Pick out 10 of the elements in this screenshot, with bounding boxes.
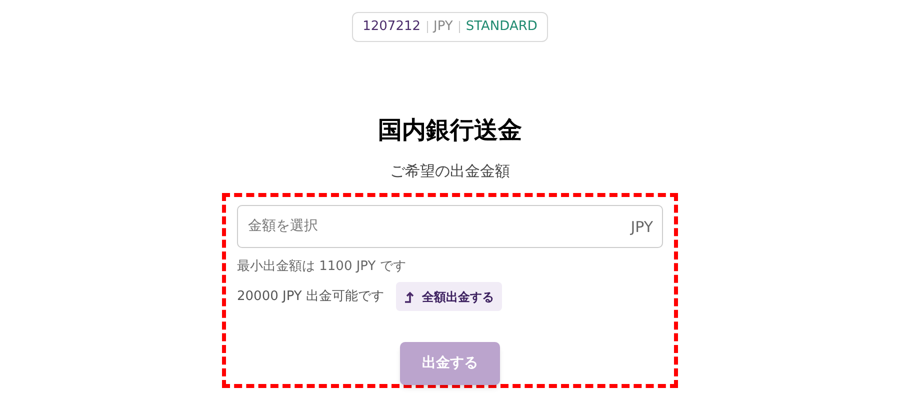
minimum-amount-note: 最小出金額は 1100 JPY です	[237, 258, 407, 276]
account-currency: JPY	[434, 18, 453, 36]
available-amount-note: 20000 JPY 出金可能です	[237, 288, 384, 306]
arrow-up-icon	[404, 290, 416, 302]
withdraw-all-button[interactable]: 全額出金する	[396, 282, 502, 311]
account-type: STANDARD	[466, 18, 538, 36]
page-title: 国内銀行送金	[378, 115, 522, 146]
account-number: 1207212	[362, 18, 421, 36]
amount-label: ご希望の出金金額	[390, 161, 510, 182]
currency-suffix: JPY	[630, 216, 653, 238]
